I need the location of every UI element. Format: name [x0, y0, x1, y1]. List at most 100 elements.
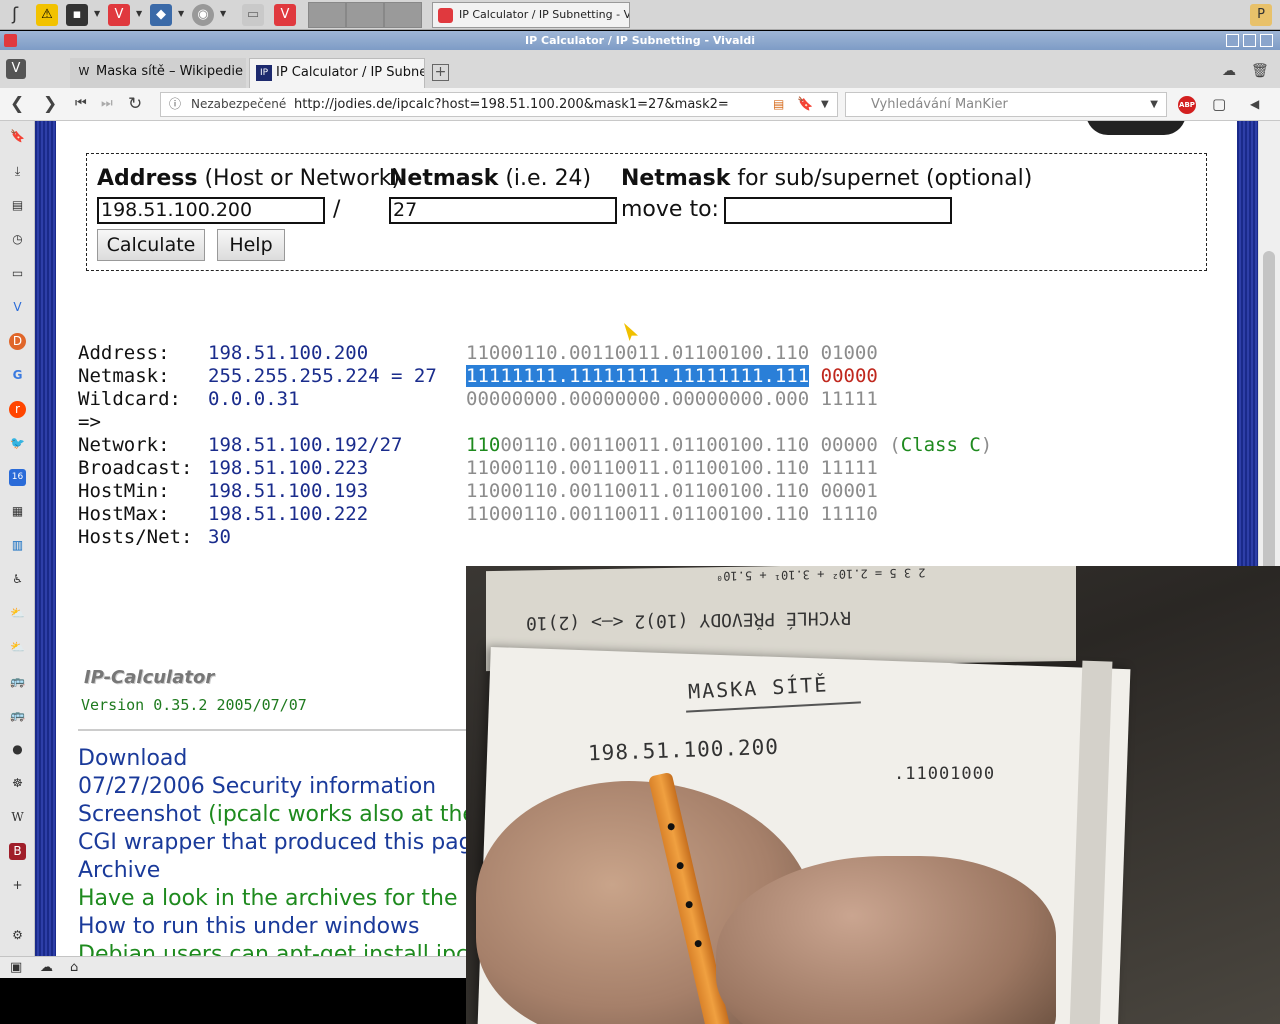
home-icon[interactable]: ⌂ [70, 960, 78, 976]
workspace-3[interactable] [384, 2, 422, 28]
help-button[interactable]: Help [217, 229, 285, 261]
vivaldi-icon[interactable]: V [108, 4, 130, 26]
info-icon[interactable]: ⓘ [169, 93, 181, 116]
app-menu-icon[interactable]: ʃ [4, 4, 26, 26]
chevron-down-icon[interactable]: ▼ [220, 9, 226, 18]
bookmark-icon[interactable]: 🔖 [797, 93, 813, 116]
subnet-netmask-label: Netmask for sub/supernet (optional) [621, 166, 1033, 191]
result-bits-netmask: 11111111.11111111.11111111.111 00000 [466, 365, 878, 388]
trash-icon[interactable]: 🗑 [1251, 61, 1269, 81]
link-cgi-wrapper[interactable]: CGI wrapper that produced this page [78, 829, 478, 857]
window-titlebar[interactable]: IP Calculator / IP Subnetting - Vivaldi [0, 31, 1280, 50]
downloads-icon[interactable]: ⤓ [9, 163, 26, 180]
link-security-info[interactable]: 07/27/2006 Security information [78, 773, 478, 801]
selected-bits[interactable]: 11111111.11111111.11111111.111 [466, 365, 810, 387]
panel-toggle-icon[interactable]: ▣ [10, 960, 22, 976]
workspace-2[interactable] [346, 2, 384, 28]
reload-icon[interactable]: ↻ [128, 94, 142, 114]
new-tab-button[interactable]: + [432, 64, 449, 81]
search-input[interactable]: Vyhledávání ManKier ▼ [845, 92, 1167, 117]
address-input[interactable]: 198.51.100.200 [97, 197, 325, 224]
cloud-sync-icon[interactable]: ☁ [40, 960, 53, 976]
tab-ip-calculator[interactable]: IP IP Calculator / IP Subnet [249, 58, 425, 88]
vivaldi-launcher-icon[interactable]: V [274, 4, 296, 26]
clipboard-icon[interactable]: P [1250, 4, 1272, 26]
taskbar-task-vivaldi[interactable]: IP Calculator / IP Subnetting - Vi... [432, 2, 630, 28]
warning-icon[interactable]: ⚠ [36, 4, 58, 26]
link-screenshot[interactable]: Screenshot (ipcalc works also at the [78, 801, 478, 829]
workspace-1[interactable] [308, 2, 346, 28]
settings-icon[interactable]: ⚙ [9, 927, 26, 944]
add-panel-icon[interactable]: + [9, 877, 26, 894]
reddit-icon[interactable]: r [9, 401, 26, 418]
result-label-network: Network: [78, 434, 170, 456]
back-icon[interactable]: ❮ [10, 94, 24, 114]
vivaldi-web-panel-icon[interactable]: V [9, 299, 26, 316]
chevron-down-icon[interactable]: ▼ [178, 9, 184, 18]
move-to-input[interactable] [724, 197, 952, 224]
twitter-icon[interactable]: 🐦 [9, 435, 26, 452]
result-label-broadcast: Broadcast: [78, 457, 193, 479]
weather-icon[interactable]: ⛅ [9, 605, 26, 622]
wikipedia-icon[interactable]: W [9, 809, 26, 826]
link-download[interactable]: Download [78, 745, 478, 773]
netmask-label: Netmask (i.e. 24) [389, 166, 592, 191]
folder-icon[interactable]: ▭ [242, 4, 264, 26]
handwritten-top-text: RYCHLÉ PŘEVODY (10)2 <—> (2)10 [526, 606, 852, 634]
weather-icon-2[interactable]: ⛅ [9, 639, 26, 656]
transit-icon-2[interactable]: 🚌 [9, 707, 26, 724]
chevron-down-icon[interactable]: ▼ [94, 9, 100, 18]
github-icon[interactable]: ● [9, 741, 26, 758]
netmask-input[interactable]: 27 [389, 197, 617, 224]
chevron-down-icon[interactable]: ▼ [1150, 93, 1158, 116]
chevron-down-icon[interactable]: ▼ [821, 93, 829, 116]
cloud-icon[interactable]: ☁ [1222, 61, 1236, 81]
page-border-left [35, 121, 56, 956]
fast-forward-icon[interactable]: ⏭ [101, 94, 113, 114]
calculate-button[interactable]: Calculate [97, 229, 205, 261]
window-panel-icon[interactable]: ▭ [9, 265, 26, 282]
virtualbox-icon[interactable]: ◆ [150, 4, 172, 26]
panel-toggle-icon[interactable]: ▢ [1212, 94, 1226, 114]
calendar-icon[interactable]: 16 [9, 469, 26, 486]
duckduckgo-icon[interactable]: D [9, 333, 26, 350]
history-icon[interactable]: ◷ [9, 231, 26, 248]
result-bits-address: 11000110.00110011.01100100.110 01000 [466, 342, 878, 364]
slash-separator: / [333, 197, 341, 222]
link-archive[interactable]: Archive [78, 857, 478, 885]
tab-wikipedia[interactable]: W Maska sítě – Wikipedie [70, 58, 246, 88]
accessibility-icon[interactable]: ♿ [9, 571, 26, 588]
bookmarks-icon[interactable]: 🔖 [9, 128, 26, 145]
terminal-icon[interactable]: ▪ [66, 4, 88, 26]
close-button[interactable] [1260, 34, 1273, 47]
bitbucket-icon[interactable]: B [9, 843, 26, 860]
feed-icon[interactable]: ▤ [773, 93, 784, 116]
url-text[interactable]: http://jodies.de/ipcalc?host=198.51.100.… [294, 93, 729, 116]
forward-icon[interactable]: ❯ [43, 94, 57, 114]
chevron-down-icon[interactable]: ▼ [136, 9, 142, 18]
vivaldi-menu-icon[interactable]: V [6, 59, 26, 79]
disk-icon[interactable]: ◉ [192, 4, 214, 26]
header-decoration [1086, 121, 1186, 135]
text-archives: Have a look in the archives for the n [78, 886, 478, 911]
screen: { "taskbar": { "task_title": "IP Calcula… [0, 0, 1280, 1024]
google-icon[interactable]: G [9, 367, 26, 384]
adblock-icon[interactable]: ABP [1178, 96, 1196, 114]
wikipedia-icon: W [78, 65, 90, 78]
chevron-left-icon[interactable]: ◀ [1250, 94, 1259, 114]
result-value-wildcard: 0.0.0.31 [208, 388, 300, 410]
address-bar[interactable]: ⓘ Nezabezpečené http://jodies.de/ipcalc?… [160, 92, 838, 117]
vivaldi-icon [4, 34, 17, 47]
rewind-icon[interactable]: ⏮ [75, 94, 87, 114]
notes-icon[interactable]: ▤ [9, 197, 26, 214]
board-icon[interactable]: ▦ [9, 503, 26, 520]
link-windows[interactable]: How to run this under windows [78, 913, 478, 941]
trello-icon[interactable]: ▥ [9, 537, 26, 554]
maximize-button[interactable] [1243, 34, 1256, 47]
result-label-address: Address: [78, 342, 170, 364]
transit-icon[interactable]: 🚌 [9, 673, 26, 690]
video-overlay[interactable]: 2 3 5 = 2.10² + 3.10¹ + 5.10⁰ RYCHLÉ PŘE… [466, 566, 1280, 1024]
gnome-icon[interactable]: ☸ [9, 775, 26, 792]
minimize-button[interactable] [1226, 34, 1239, 47]
result-value-hosts: 30 [208, 526, 231, 548]
